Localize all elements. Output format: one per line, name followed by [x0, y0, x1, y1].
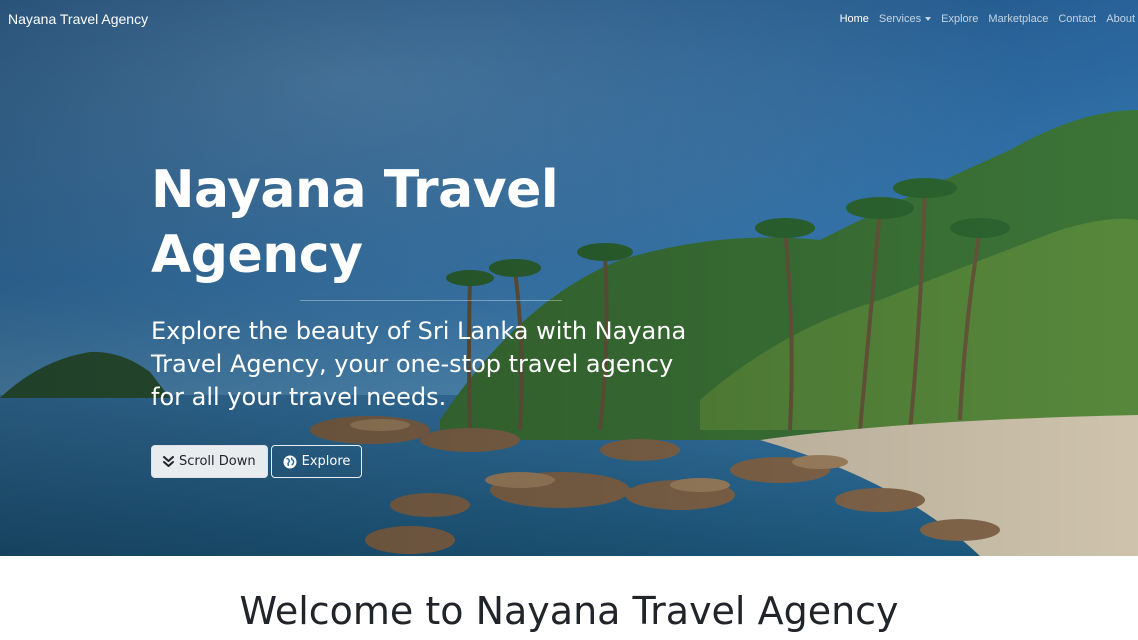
navbar: Nayana Travel Agency Home Services Explo… — [0, 0, 1138, 40]
welcome-title: Welcome to Nayana Travel Agency — [239, 589, 899, 633]
explore-button[interactable]: Explore — [270, 445, 363, 478]
nav-link-contact[interactable]: Contact — [1058, 13, 1096, 25]
nav-link-about[interactable]: About — [1106, 13, 1135, 25]
nav-link-marketplace[interactable]: Marketplace — [988, 13, 1048, 25]
hero-title-line-2: Agency — [151, 225, 363, 285]
navbar-brand[interactable]: Nayana Travel Agency — [8, 11, 148, 27]
scroll-down-label: Scroll Down — [179, 454, 256, 469]
nav-link-explore[interactable]: Explore — [941, 13, 978, 25]
hero-title-line-1: Nayana Travel — [151, 160, 559, 220]
hero-content: Nayana Travel Agency Explore the beauty … — [151, 158, 711, 414]
nav-links: Home Services Explore Marketplace Contac… — [840, 13, 1135, 25]
welcome-section: Welcome to Nayana Travel Agency — [0, 556, 1138, 640]
nav-link-services-label: Services — [878, 13, 922, 25]
nav-link-services[interactable]: Services — [878, 13, 932, 25]
globe-icon — [283, 455, 297, 469]
double-chevron-down-icon — [163, 455, 174, 468]
hero-section: Nayana Travel Agency Home Services Explo… — [0, 0, 1138, 556]
explore-label: Explore — [301, 454, 351, 469]
hero-lead-text: Explore the beauty of Sri Lanka with Nay… — [151, 317, 687, 411]
hero-divider — [300, 300, 562, 301]
hero-title: Nayana Travel Agency — [151, 158, 711, 288]
scroll-down-button[interactable]: Scroll Down — [151, 445, 268, 478]
nav-link-home[interactable]: Home — [840, 13, 869, 25]
caret-down-icon — [925, 17, 932, 21]
hero-buttons: Scroll Down Explore — [151, 445, 363, 478]
